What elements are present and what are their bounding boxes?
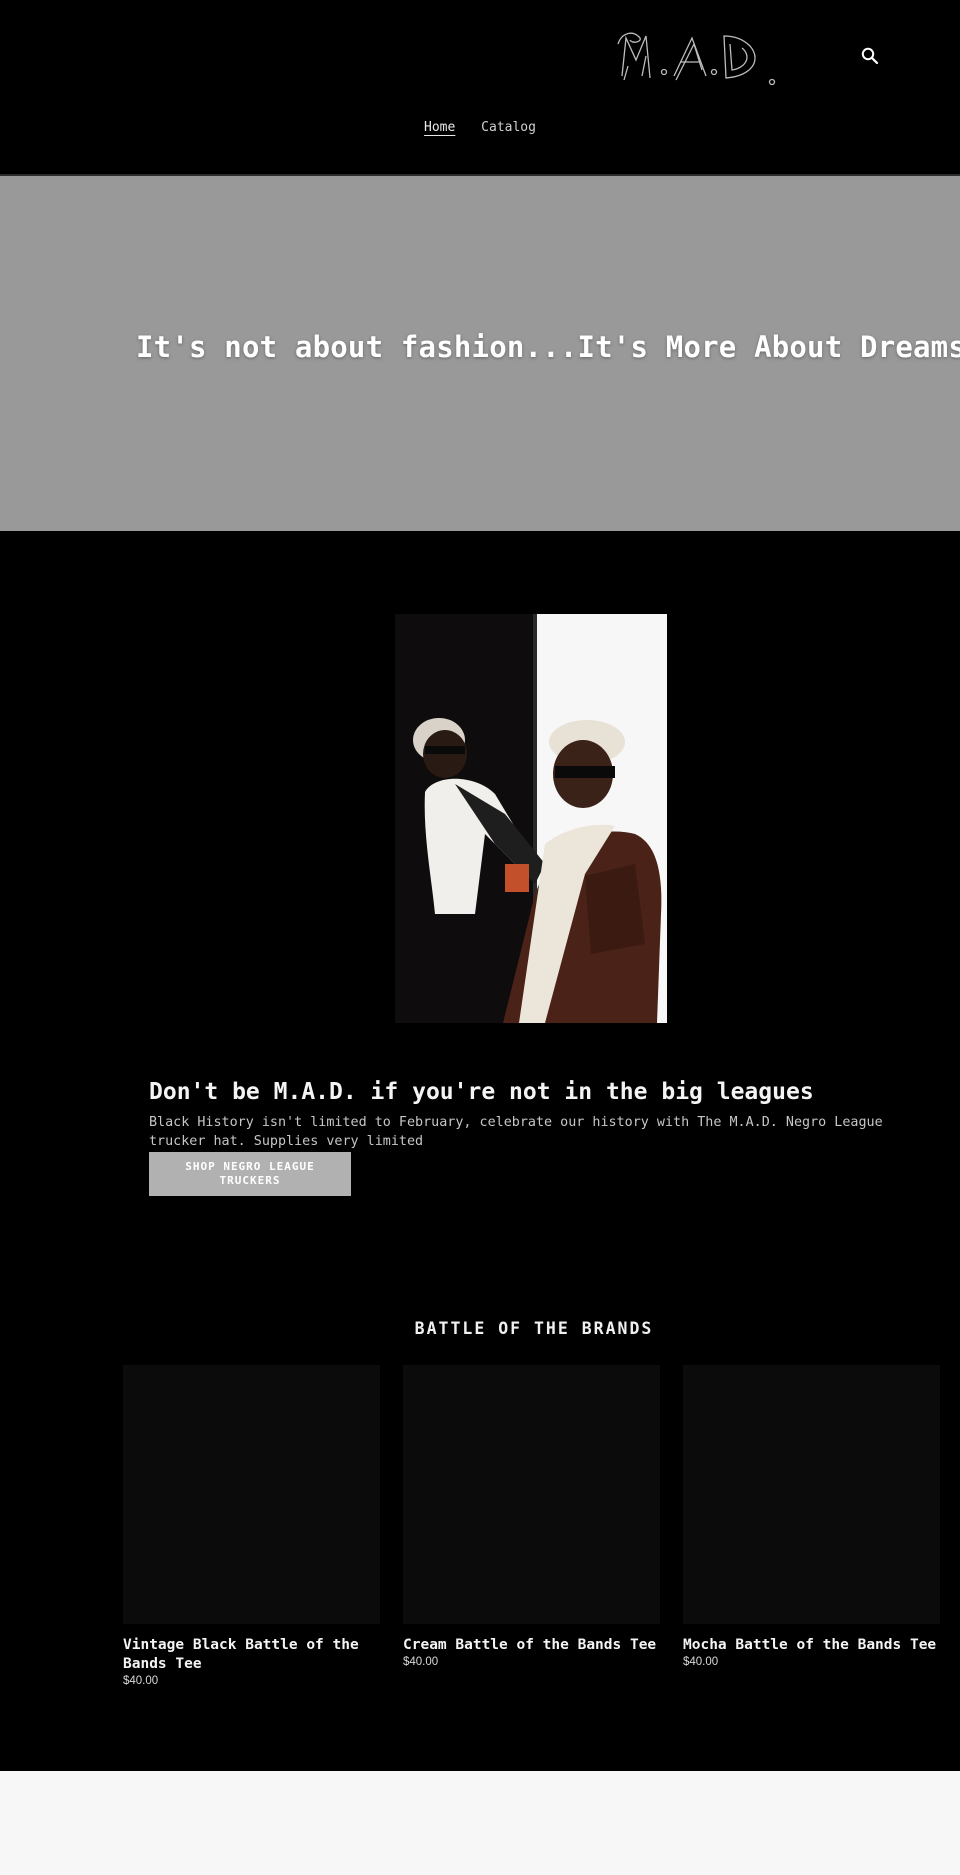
feature-image bbox=[395, 614, 667, 1023]
product-title[interactable]: Vintage Black Battle of the Bands Tee bbox=[123, 1636, 380, 1674]
main-nav: Home Catalog bbox=[0, 120, 960, 135]
product-image[interactable] bbox=[123, 1365, 380, 1624]
hero-headline: It's not about fashion...It's More About… bbox=[136, 330, 960, 364]
search-icon bbox=[861, 47, 879, 65]
nav-home-link[interactable]: Home bbox=[424, 120, 455, 135]
shop-truckers-button-label: SHOP NEGRO LEAGUE TRUCKERS bbox=[185, 1160, 315, 1187]
product-image[interactable] bbox=[683, 1365, 940, 1624]
product-title[interactable]: Cream Battle of the Bands Tee bbox=[403, 1636, 660, 1655]
product-price: $40.00 bbox=[683, 1656, 719, 1668]
product-image[interactable] bbox=[403, 1365, 660, 1624]
feature-description: Black History isn't limited to February,… bbox=[149, 1115, 883, 1150]
product-card[interactable]: Cream Battle of the Bands Tee $40.00 bbox=[403, 1365, 660, 1668]
site-footer bbox=[0, 1771, 960, 1875]
product-price: $40.00 bbox=[403, 1656, 439, 1668]
hero-banner: It's not about fashion...It's More About… bbox=[0, 176, 960, 531]
product-price: $40.00 bbox=[123, 1675, 159, 1687]
product-card[interactable]: Vintage Black Battle of the Bands Tee $4… bbox=[123, 1365, 380, 1687]
brand-logo[interactable] bbox=[612, 26, 780, 94]
search-button[interactable] bbox=[858, 44, 882, 68]
shop-truckers-button[interactable]: SHOP NEGRO LEAGUE TRUCKERS bbox=[149, 1152, 351, 1196]
models-photo bbox=[395, 614, 667, 1023]
nav-catalog-link[interactable]: Catalog bbox=[481, 120, 536, 135]
collection-heading: BATTLE OF THE BRANDS bbox=[414, 1318, 654, 1338]
feature-heading: Don't be M.A.D. if you're not in the big… bbox=[149, 1079, 814, 1106]
site-header: Home Catalog bbox=[0, 0, 960, 176]
logo-lettering bbox=[617, 32, 776, 86]
product-card[interactable]: Mocha Battle of the Bands Tee $40.00 bbox=[683, 1365, 940, 1668]
product-title[interactable]: Mocha Battle of the Bands Tee bbox=[683, 1636, 940, 1655]
